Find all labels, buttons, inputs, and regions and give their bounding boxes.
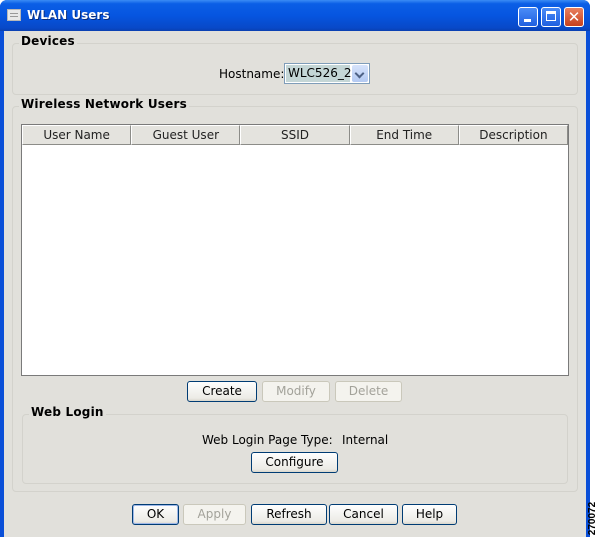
- figure-id-text: 270072: [587, 501, 599, 536]
- column-header-end-time[interactable]: End Time: [349, 125, 459, 145]
- dialog-body: Devices Hostname: WLC526_2 Wireless Netw…: [4, 31, 586, 537]
- create-button[interactable]: Create: [187, 381, 257, 402]
- figure-id: 270072: [587, 500, 601, 537]
- wireless-network-users-title: Wireless Network Users: [19, 97, 189, 111]
- refresh-button[interactable]: Refresh: [251, 504, 327, 525]
- maximize-button[interactable]: [541, 7, 561, 27]
- web-login-group-title: Web Login: [29, 405, 106, 419]
- wlan-users-window: WLAN Users ✕ Devices Hostname: WLC526_2 …: [0, 0, 590, 537]
- title-bar[interactable]: WLAN Users ✕: [0, 0, 590, 31]
- close-icon: ✕: [567, 8, 581, 26]
- chevron-down-icon[interactable]: [352, 65, 368, 82]
- minimize-button[interactable]: [518, 7, 538, 27]
- delete-button[interactable]: Delete: [335, 381, 402, 402]
- wireless-users-table[interactable]: User Name Guest User SSID End Time Descr…: [21, 124, 569, 376]
- close-button[interactable]: ✕: [564, 7, 584, 27]
- window-title: WLAN Users: [27, 8, 110, 22]
- devices-group-title: Devices: [19, 34, 77, 48]
- apply-button[interactable]: Apply: [183, 504, 246, 525]
- help-button[interactable]: Help: [402, 504, 457, 525]
- web-login-page-type-label: Web Login Page Type:: [202, 433, 333, 447]
- hostname-select-value: WLC526_2: [286, 65, 352, 82]
- configure-button[interactable]: Configure: [251, 452, 338, 473]
- maximize-icon: [546, 11, 556, 21]
- hostname-label: Hostname:: [219, 67, 285, 81]
- modify-button[interactable]: Modify: [262, 381, 330, 402]
- hostname-select[interactable]: WLC526_2: [284, 63, 370, 84]
- cancel-button[interactable]: Cancel: [329, 504, 398, 525]
- web-login-group: Web Login: [22, 405, 568, 484]
- table-header: User Name Guest User SSID End Time Descr…: [22, 125, 569, 145]
- column-header-ssid[interactable]: SSID: [240, 125, 350, 145]
- column-header-user-name[interactable]: User Name: [22, 125, 132, 145]
- column-header-description[interactable]: Description: [458, 125, 569, 145]
- minimize-icon: [524, 19, 531, 22]
- window-app-icon: [7, 9, 21, 21]
- web-login-page-type-value: Internal: [342, 433, 389, 447]
- column-header-guest-user[interactable]: Guest User: [131, 125, 241, 145]
- ok-button[interactable]: OK: [132, 504, 179, 525]
